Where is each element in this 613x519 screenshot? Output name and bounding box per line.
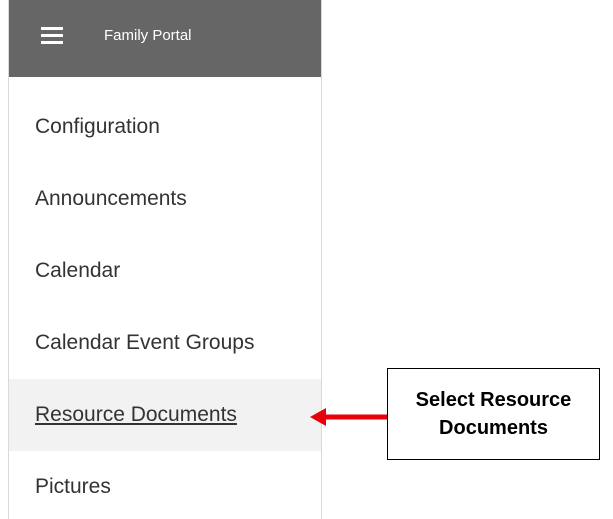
nav-item-label: Calendar Event Groups bbox=[35, 331, 255, 354]
nav-item-label: Resource Documents bbox=[35, 403, 237, 426]
nav-item-label: Configuration bbox=[35, 115, 160, 138]
nav-item-calendar[interactable]: Calendar bbox=[9, 235, 321, 307]
side-menu: Family Portal Configuration Announcement… bbox=[8, 0, 322, 519]
hamburger-menu-icon[interactable] bbox=[41, 27, 63, 45]
nav-item-label: Announcements bbox=[35, 187, 187, 210]
nav-item-announcements[interactable]: Announcements bbox=[9, 163, 321, 235]
screenshot-stage: Family Portal Configuration Announcement… bbox=[0, 0, 613, 519]
annotation-text: Select Resource Documents bbox=[415, 389, 572, 439]
nav-item-configuration[interactable]: Configuration bbox=[9, 91, 321, 163]
arrow-left-icon bbox=[310, 408, 387, 426]
nav-item-label: Calendar bbox=[35, 259, 121, 282]
nav-item-label: Pictures bbox=[35, 475, 111, 498]
nav-list: Configuration Announcements Calendar Cal… bbox=[9, 91, 321, 519]
nav-item-resource-documents[interactable]: Resource Documents bbox=[9, 379, 321, 451]
nav-item-calendar-event-groups[interactable]: Calendar Event Groups bbox=[9, 307, 321, 379]
header-title: Family Portal bbox=[104, 27, 192, 44]
menu-header: Family Portal bbox=[9, 0, 321, 77]
nav-item-pictures[interactable]: Pictures bbox=[9, 451, 321, 519]
annotation-callout: Select Resource Documents bbox=[387, 368, 600, 460]
